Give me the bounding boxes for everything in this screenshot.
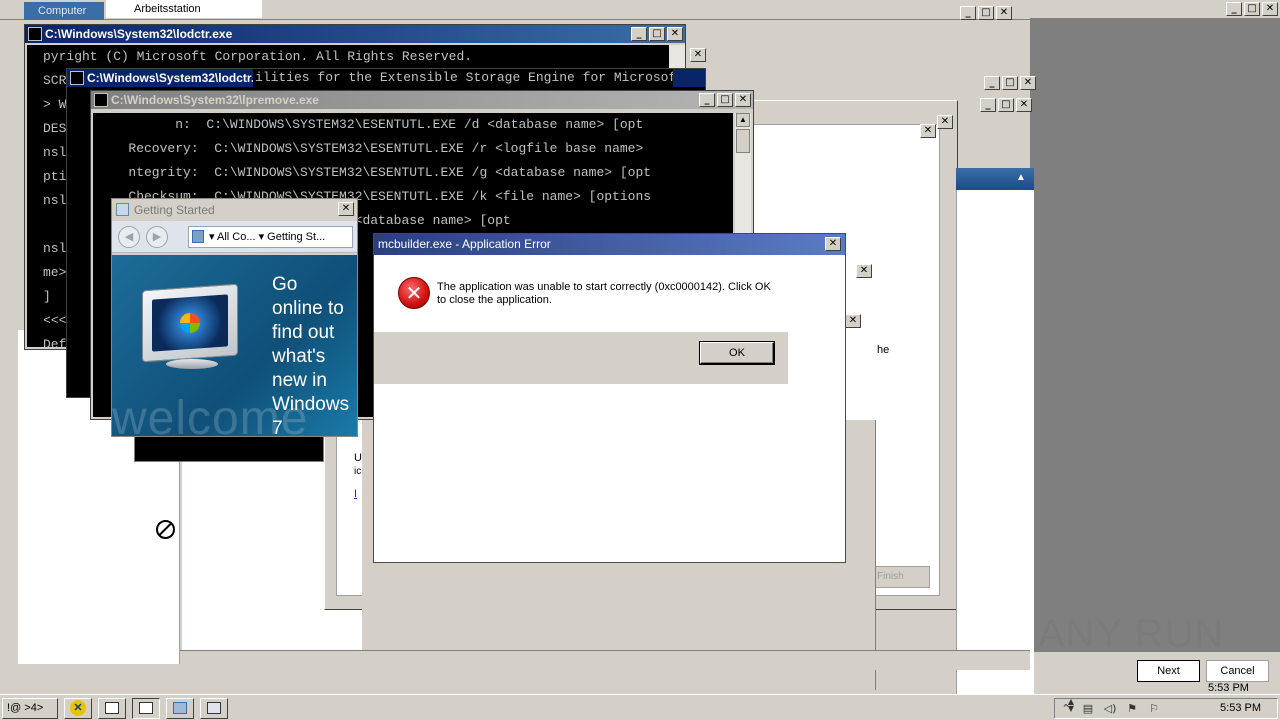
close-icon[interactable]: ✕ <box>735 93 751 107</box>
ic-text: ic <box>354 466 362 477</box>
error-button-bar: OK <box>374 332 788 384</box>
lodctr-title: C:\Windows\System32\lodctr.exe <box>45 27 233 41</box>
control-panel-icon <box>192 230 204 243</box>
the-text: he <box>877 344 890 356</box>
console-line: ntegrity: C:\WINDOWS\SYSTEM32\ESENTUTL.E… <box>105 165 652 180</box>
ok-button[interactable]: OK <box>700 342 774 364</box>
anyrun-watermark: ANY RUN <box>1038 612 1225 656</box>
maximize-icon[interactable]: □ <box>717 93 733 107</box>
minimize-icon[interactable]: _ <box>980 98 996 112</box>
close-icon[interactable]: ✕ <box>856 264 872 278</box>
clock-upper: 5:53 PM <box>1208 682 1249 694</box>
esentutl-title-suffix: ilities for the Extensible Storage Engin… <box>253 69 673 87</box>
maximize-icon[interactable]: □ <box>649 27 665 41</box>
error-dialog-title: mcbuilder.exe - Application Error <box>378 237 551 251</box>
minimize-icon[interactable]: _ <box>984 76 1000 90</box>
finish-button[interactable]: Finish <box>872 566 930 588</box>
getting-started-promo[interactable]: Go online to find out what's new in Wind… <box>112 255 357 436</box>
chevron-up-icon[interactable]: ⌃ <box>1059 702 1073 716</box>
next-button[interactable]: Next <box>1137 660 1200 682</box>
blocked-icon <box>156 520 175 539</box>
computer-tab[interactable]: Computer <box>24 2 104 20</box>
back-arrow-icon[interactable]: ◀ <box>118 226 140 248</box>
lpremove-title: C:\Windows\System32\lpremove.exe <box>111 93 319 107</box>
getting-started-title: Getting Started <box>134 203 215 217</box>
volume-icon[interactable]: ◁) <box>1103 702 1117 716</box>
breadcrumb[interactable]: ▾ All Co... ▾ Getting St... <box>188 226 353 248</box>
taskbar-clock[interactable]: 5:53 PM <box>1220 702 1261 714</box>
close-icon[interactable]: ✕ <box>690 48 706 62</box>
lower-bar <box>180 650 1030 670</box>
wizard-caption-buttons-2: _ □ ✕ <box>980 98 1278 112</box>
scroll-thumb[interactable] <box>736 129 750 153</box>
console-icon <box>94 93 108 107</box>
breadcrumb-arrow-icon[interactable]: ▾ <box>209 231 215 243</box>
close-icon[interactable]: ✕ <box>1020 76 1036 90</box>
console-icon <box>28 27 42 41</box>
lodctr-titlebar[interactable]: C:\Windows\System32\lodctr.exe _ □ ✕ <box>25 25 685 43</box>
i-link[interactable]: I <box>354 488 357 500</box>
printer-icon[interactable] <box>166 698 194 719</box>
right-caption-buttons: _ □ ✕ <box>1226 2 1278 16</box>
esentutl-title: C:\Windows\System32\lodctr.exe <box>87 71 275 85</box>
cancel-button[interactable]: Cancel <box>1206 660 1269 682</box>
close-icon[interactable]: ✕ <box>996 6 1012 20</box>
getting-started-icon <box>116 203 129 216</box>
error-message: The application was unable to start corr… <box>437 281 771 306</box>
console-line: n: C:\WINDOWS\SYSTEM32\ESENTUTL.EXE /d <… <box>105 117 644 132</box>
console-line: Recovery: C:\WINDOWS\SYSTEM32\ESENTUTL.E… <box>105 141 644 156</box>
close-icon[interactable]: ✕ <box>845 314 861 328</box>
console-line: pyright (C) Microsoft Corporation. All R… <box>43 49 473 64</box>
getting-started-nav: ◀ ▶ ▾ All Co... ▾ Getting St... <box>112 221 357 253</box>
restore-icon[interactable]: □ <box>1244 2 1260 16</box>
breadcrumb-current[interactable]: Getting St... <box>267 231 325 243</box>
console-icon <box>70 71 84 85</box>
minimize-icon[interactable]: _ <box>631 27 647 41</box>
close-icon[interactable]: ✕ <box>1262 2 1278 16</box>
wizard-chevron-up-icon[interactable]: ▲ <box>1016 172 1026 183</box>
error-x-icon: ✕ <box>398 277 430 309</box>
x-app-icon[interactable]: ✕ <box>64 698 92 719</box>
taskbar: !@ >4> ✕ ▲ ▼ ⌃ ▤ ◁) ⚑ ⚐ 5:53 PM <box>0 694 1280 720</box>
wizard-caption-buttons-1: _ □ ✕ <box>984 76 1278 90</box>
forward-arrow-icon[interactable]: ▶ <box>146 226 168 248</box>
wizard-window-side <box>956 190 1034 694</box>
u-text: U <box>354 452 362 464</box>
breadcrumb-arrow-icon[interactable]: ▾ <box>259 231 265 243</box>
close-icon[interactable]: ✕ <box>920 124 936 138</box>
close-icon[interactable]: ✕ <box>825 237 841 251</box>
system-tray: ⌃ ▤ ◁) ⚑ ⚐ 5:53 PM <box>1054 698 1278 719</box>
error-dialog-titlebar[interactable]: mcbuilder.exe - Application Error ✕ <box>374 234 845 255</box>
close-icon[interactable]: ✕ <box>1016 98 1032 112</box>
dark-console-strip <box>134 436 324 462</box>
lpremove-titlebar[interactable]: C:\Windows\System32\lpremove.exe _ □ ✕ <box>91 91 753 109</box>
network-icon[interactable]: ▤ <box>1081 702 1095 716</box>
action-center-icon[interactable]: ⚑ <box>1125 702 1139 716</box>
flag-icon[interactable]: ⚐ <box>1147 702 1161 716</box>
minimize-icon[interactable]: _ <box>699 93 715 107</box>
maximize-icon[interactable]: □ <box>978 6 994 20</box>
application-error-dialog: mcbuilder.exe - Application Error ✕ ✕ Th… <box>373 233 846 563</box>
maximize-icon[interactable]: □ <box>1002 76 1018 90</box>
close-icon[interactable]: ✕ <box>338 202 354 216</box>
minimize-icon[interactable]: _ <box>960 6 976 20</box>
monitor-icon <box>136 283 248 381</box>
welcome-watermark: welcome <box>112 392 309 436</box>
getting-started-titlebar[interactable]: Getting Started ✕ <box>112 199 357 221</box>
getting-started-window: Getting Started ✕ ◀ ▶ ▾ All Co... ▾ Gett… <box>111 198 358 437</box>
top-tab[interactable]: Arbeitsstation <box>106 0 262 18</box>
windows-logo-icon <box>180 313 200 333</box>
close-icon[interactable]: ✕ <box>667 27 683 41</box>
close-icon[interactable]: ✕ <box>937 115 953 129</box>
console-icon[interactable] <box>200 698 228 719</box>
edit-icon[interactable] <box>132 698 160 719</box>
scroll-up-icon[interactable]: ▲ <box>736 113 750 127</box>
breadcrumb-all[interactable]: All Co... <box>217 231 256 243</box>
window-icon[interactable] <box>98 698 126 719</box>
restore-icon[interactable]: □ <box>998 98 1014 112</box>
minimize-icon[interactable]: _ <box>1226 2 1242 16</box>
start-button[interactable]: !@ >4> <box>2 698 58 719</box>
